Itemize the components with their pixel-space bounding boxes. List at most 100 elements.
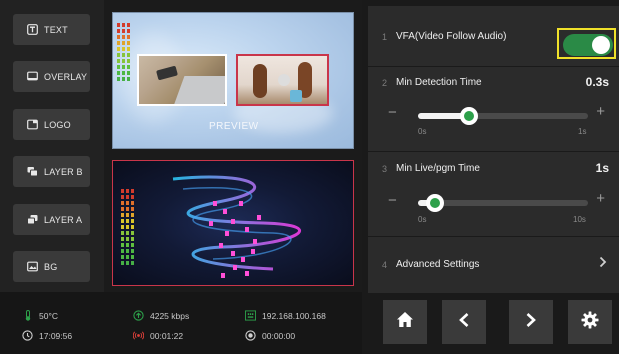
phone-image [156,65,178,81]
decrease-button[interactable]: − [388,104,397,121]
meter-segment [126,261,129,265]
meter-segment [117,65,120,69]
meter-segment [117,29,120,33]
neon-block [231,251,235,256]
layer-b-button-label: LAYER B [44,166,83,177]
overlay-button-label: OVERLAY [44,71,88,82]
meter-segment [122,71,125,75]
meter-segment [117,53,120,57]
program-window[interactable] [112,160,354,286]
meter-segment [126,207,129,211]
meter-segment [131,201,134,205]
overlay-button[interactable]: OVERLAY [13,61,90,92]
layer-b-thumbnail [137,54,227,106]
increase-button[interactable]: + [596,190,605,207]
meter-segment [126,249,129,253]
layer-b-button[interactable]: LAYER B [13,156,90,187]
neon-block [219,243,223,248]
text-button[interactable]: TEXT [13,14,90,45]
section-number: 2 [382,78,388,88]
meter-segment [126,195,129,199]
neon-block [223,209,227,214]
meter-segment [121,255,124,259]
slider-handle[interactable] [426,194,444,212]
status-bar: 50°C 17:09:56 4225 kbps 00:01:22 192.168… [0,292,362,354]
meter-segment [131,249,134,253]
chevron-right-icon [599,256,607,271]
meter-segment [127,77,130,81]
meter-segment [126,225,129,229]
advanced-settings-item[interactable]: 4 Advanced Settings [368,237,619,293]
neon-block [241,257,245,262]
record-status: 00:00:00 [245,330,295,341]
min-detection-slider[interactable] [418,107,588,125]
meter-segment [122,29,125,33]
meter-segment [127,35,130,39]
decrease-button[interactable]: − [388,192,397,209]
clock-status: 17:09:56 [22,330,72,341]
meter-segment [121,213,124,217]
text-icon [27,24,38,35]
slider-max-label: 1s [578,127,587,136]
monitor-area: PREVIEW [104,0,362,292]
meter-segment [122,47,125,51]
min-live-slider[interactable] [418,194,588,212]
neon-block [231,219,235,224]
meter-segment [126,189,129,193]
back-button[interactable] [442,300,486,344]
meter-segment [131,243,134,247]
meter-segment [131,261,134,265]
section-number: 3 [382,164,388,174]
preview-window[interactable]: PREVIEW [112,12,354,149]
neon-block [253,239,257,244]
min-live-setting: 3 Min Live/pgm Time 1s − + 0s 10s [368,152,619,236]
forward-button[interactable] [509,300,553,344]
neon-block [225,231,229,236]
cup-image [290,90,302,102]
meter-segment [126,219,129,223]
layer-a-icon [27,214,38,225]
layer-panel: TEXT OVERLAY LOGO LAYER B LAYER A BG [0,0,104,292]
slider-min-label: 0s [418,215,427,224]
meter-segment [122,41,125,45]
record-icon [245,330,256,341]
gear-icon [581,311,599,334]
meter-segment [131,207,134,211]
meter-segment [131,231,134,235]
meter-segment [126,231,129,235]
slider-min-label: 0s [418,127,427,136]
vfa-setting: 1 VFA(Video Follow Audio) [368,6,619,66]
meter-segment [126,201,129,205]
meter-segment [127,53,130,57]
meter-segment [117,71,120,75]
layer-a-button[interactable]: LAYER A [13,204,90,235]
slider-handle[interactable] [460,107,478,125]
meter-segment [121,207,124,211]
meter-segment [121,243,124,247]
vfa-toggle[interactable] [563,34,613,56]
layer-b-icon [27,166,38,177]
meter-segment [127,71,130,75]
bitrate-value: 4225 kbps [150,310,190,321]
slider-max-label: 10s [573,215,586,224]
neon-block [251,249,255,254]
neon-block [233,265,237,270]
logo-button[interactable]: LOGO [13,109,90,140]
neon-block [245,227,249,232]
clock-icon [22,330,33,341]
meter-segment [126,213,129,217]
chevron-right-icon [525,312,537,333]
layer-a-thumbnail [236,54,329,106]
meter-segment [131,255,134,259]
bg-button[interactable]: BG [13,251,90,282]
increase-button[interactable]: + [596,103,605,120]
clock-value: 17:09:56 [39,330,73,341]
meter-segment [117,23,120,27]
bg-button-label: BG [44,261,58,272]
logo-icon [27,119,38,130]
meter-segment [117,59,120,63]
home-button[interactable] [383,300,427,344]
settings-button[interactable] [568,300,612,344]
neon-graphic [172,175,302,278]
meter-segment [117,35,120,39]
